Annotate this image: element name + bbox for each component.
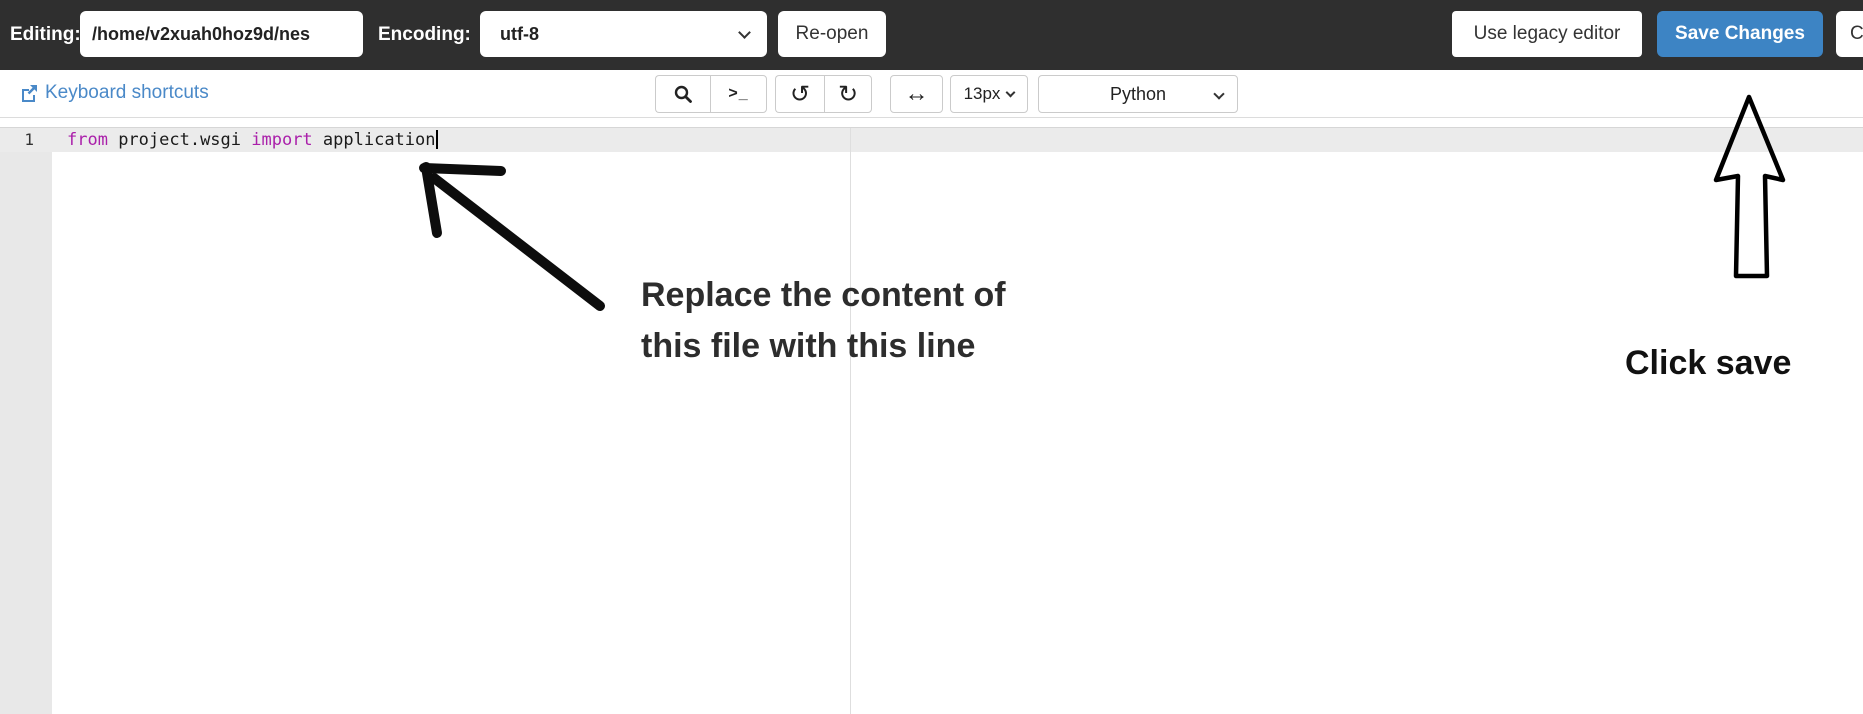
encoding-select[interactable]: utf-8 bbox=[480, 11, 767, 57]
line-number-gutter bbox=[0, 128, 52, 714]
terminal-prompt-icon: >_ bbox=[728, 85, 749, 102]
code-token-keyword: from bbox=[67, 130, 108, 150]
top-bar: Editing: Encoding: utf-8 Re-open Use leg… bbox=[0, 0, 1863, 70]
syntax-language-select[interactable]: Python bbox=[1038, 75, 1238, 113]
encoding-selected-value: utf-8 bbox=[500, 23, 539, 44]
font-size-value: 13px bbox=[963, 84, 1001, 103]
code-token-keyword: import bbox=[251, 130, 313, 150]
keyboard-shortcuts-link[interactable]: Keyboard shortcuts bbox=[20, 82, 209, 104]
clipped-right-button[interactable]: Cl bbox=[1836, 11, 1863, 57]
syntax-selected-value: Python bbox=[1109, 83, 1167, 104]
column-ruler-line bbox=[850, 128, 851, 714]
click-save-annotation: Click save bbox=[1625, 344, 1792, 382]
reopen-button[interactable]: Re-open bbox=[778, 11, 886, 57]
code-line[interactable]: from project.wsgi import application bbox=[67, 128, 438, 152]
editor-toolbar: Keyboard shortcuts >_ ↺ ↻ ↔ 13px Python bbox=[0, 70, 1863, 118]
font-size-select[interactable]: 13px bbox=[950, 75, 1028, 113]
editor-top-spacer bbox=[0, 118, 1863, 128]
terminal-button[interactable]: >_ bbox=[710, 75, 767, 113]
instruction-line-1: Replace the content of bbox=[641, 276, 1006, 314]
text-cursor bbox=[435, 130, 438, 149]
chevron-down-icon bbox=[1005, 87, 1016, 97]
search-icon bbox=[674, 85, 692, 103]
file-path-input[interactable] bbox=[80, 11, 363, 57]
use-legacy-editor-button[interactable]: Use legacy editor bbox=[1452, 11, 1642, 57]
save-changes-button[interactable]: Save Changes bbox=[1657, 11, 1823, 57]
redo-button[interactable]: ↻ bbox=[824, 75, 872, 113]
chevron-down-icon bbox=[738, 26, 751, 39]
instruction-annotation: Replace the content of this file with th… bbox=[641, 270, 1006, 372]
undo-button[interactable]: ↺ bbox=[775, 75, 824, 113]
editing-label: Editing: bbox=[10, 24, 81, 45]
keyboard-shortcuts-label: Keyboard shortcuts bbox=[45, 82, 209, 103]
line-number: 1 bbox=[24, 130, 34, 149]
code-token-plain: application bbox=[312, 130, 436, 150]
redo-icon: ↻ bbox=[837, 80, 859, 108]
search-button[interactable] bbox=[655, 75, 710, 113]
undo-icon: ↺ bbox=[789, 80, 811, 108]
chevron-down-icon bbox=[1213, 88, 1225, 100]
code-editor[interactable]: 1 from project.wsgi import application bbox=[0, 118, 1863, 714]
horizontal-arrows-icon: ↔ bbox=[904, 80, 929, 107]
encoding-label: Encoding: bbox=[378, 24, 471, 45]
instruction-line-2: this file with this line bbox=[641, 327, 976, 365]
code-token-plain: project.wsgi bbox=[107, 130, 252, 150]
external-link-icon bbox=[22, 85, 37, 102]
line-wrap-button[interactable]: ↔ bbox=[890, 75, 943, 113]
editor-page: Editing: Encoding: utf-8 Re-open Use leg… bbox=[0, 0, 1863, 714]
editor-body[interactable]: 1 from project.wsgi import application bbox=[0, 128, 1863, 714]
